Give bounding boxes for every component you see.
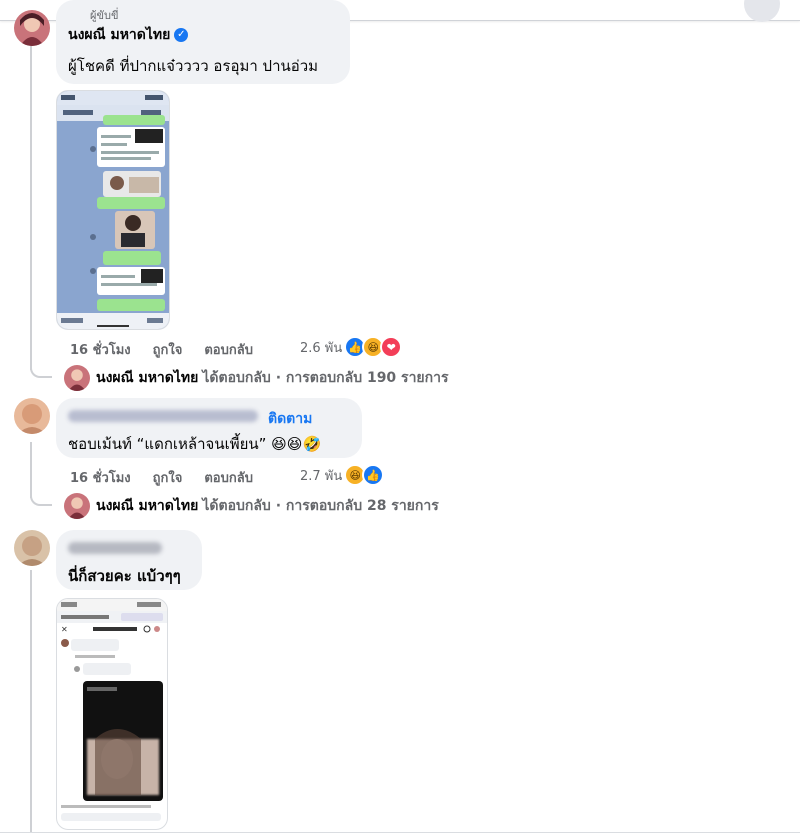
avatar[interactable] (14, 398, 50, 434)
thread-curve (30, 362, 52, 378)
comment-bubble: ผู้ขับขี่ นงผณี มหาดไทย ✓ ผู้โชคดี ที่ปาก… (56, 0, 350, 84)
reply-author: นงผณี มหาดไทย (96, 370, 199, 386)
thread-curve (30, 490, 52, 506)
reaction-summary[interactable]: 2.6 พัน 👍 😆 ❤ (300, 336, 403, 358)
comment-text: ผู้โชคดี ที่ปากแจ๋วววว อรอุมา ปานอ่วม (68, 57, 319, 75)
like-link[interactable]: ถูกใจ (153, 471, 183, 486)
author-name[interactable]: นงผณี มหาดไทย (68, 27, 170, 43)
avatar (64, 493, 90, 519)
comment-actions: 16 ชั่วโมง ถูกใจ ตอบกลับ (70, 339, 275, 360)
verified-badge-icon: ✓ (174, 28, 189, 42)
blurred-author-name (68, 542, 162, 554)
comment-text: ชอบเม้นท์ “แดกเหล้าจนเพี้ยน” 😆😆🤣 (68, 435, 322, 453)
love-icon: ❤ (380, 336, 403, 358)
comment-image[interactable] (56, 90, 170, 330)
like-icon: 👍 (362, 464, 385, 486)
reply-author: นงผณี มหาดไทย (96, 498, 199, 514)
reaction-count: 2.6 พัน (300, 340, 343, 356)
blurred-author-name (68, 410, 258, 422)
comment-author[interactable]: นงผณี มหาดไทย ✓ (68, 24, 189, 46)
like-link[interactable]: ถูกใจ (153, 343, 183, 358)
timestamp[interactable]: 16 ชั่วโมง (70, 343, 131, 358)
top-fan-label: ผู้ขับขี่ (90, 9, 119, 22)
reply-count-text: ได้ตอบกลับ · การตอบกลับ 28 รายการ (202, 498, 439, 514)
comment-text: นี่ก็สวยคะ แบ้วๆๆ (68, 567, 181, 585)
comment-actions: 16 ชั่วโมง ถูกใจ ตอบกลับ (70, 467, 275, 488)
divider (0, 832, 800, 833)
view-replies-link[interactable]: นงผณี มหาดไทย ได้ตอบกลับ · การตอบกลับ 19… (64, 365, 449, 391)
reaction-count: 2.7 พัน (300, 468, 343, 484)
avatar[interactable] (14, 10, 50, 46)
svg-text:✕: ✕ (61, 625, 68, 634)
reply-link[interactable]: ตอบกลับ (204, 343, 253, 358)
avatar[interactable] (14, 530, 50, 566)
timestamp[interactable]: 16 ชั่วโมง (70, 471, 131, 486)
view-replies-link[interactable]: นงผณี มหาดไทย ได้ตอบกลับ · การตอบกลับ 28… (64, 493, 439, 519)
reply-link[interactable]: ตอบกลับ (204, 471, 253, 486)
menu-button[interactable] (744, 0, 780, 22)
reply-count-text: ได้ตอบกลับ · การตอบกลับ 190 รายการ (202, 370, 449, 386)
thread-line (30, 40, 32, 370)
thread-line (30, 570, 32, 832)
comment-bubble: นี่ก็สวยคะ แบ้วๆๆ (56, 530, 202, 590)
follow-button[interactable]: ติดตาม (268, 408, 312, 430)
comment-image[interactable]: ✕ (56, 598, 168, 830)
avatar (64, 365, 90, 391)
comment-bubble: ติดตาม ชอบเม้นท์ “แดกเหล้าจนเพี้ยน” 😆😆🤣 (56, 398, 362, 458)
reaction-summary[interactable]: 2.7 พัน 😆 👍 (300, 464, 385, 486)
